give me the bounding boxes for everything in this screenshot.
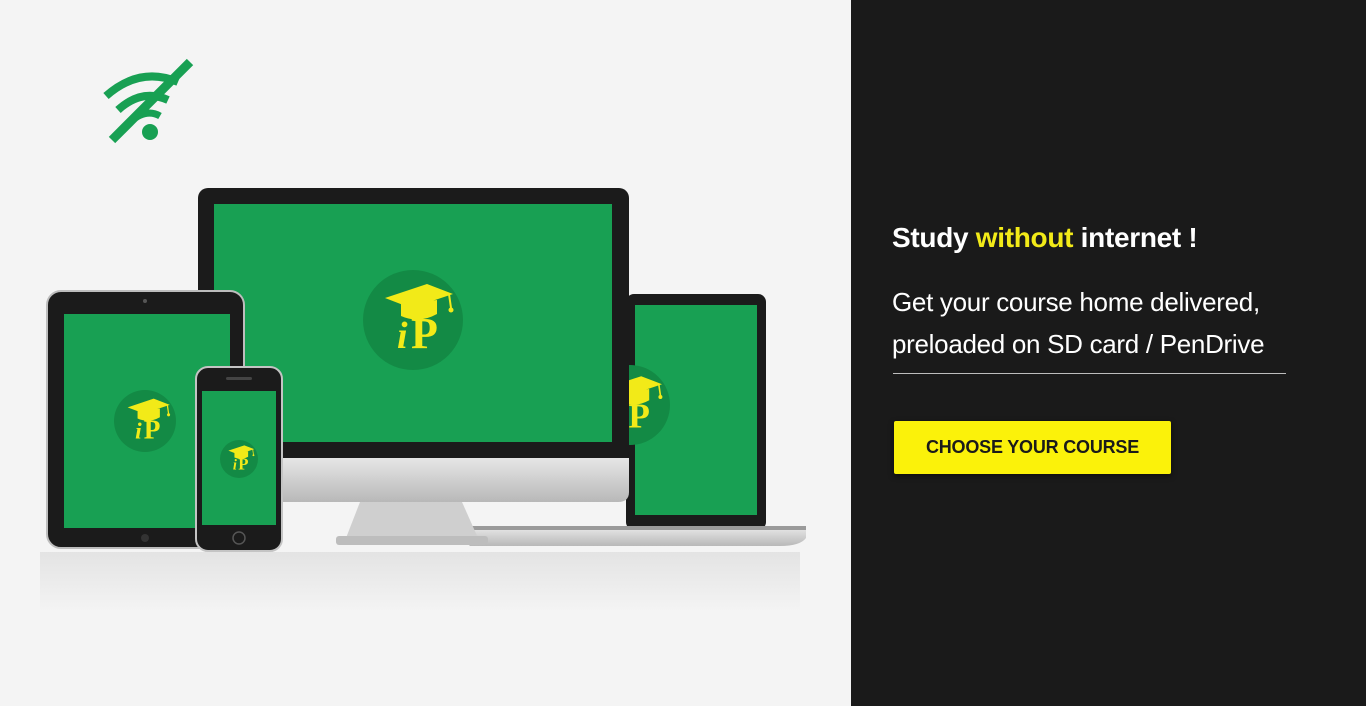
subtitle-line-2: preloaded on SD card / PenDrive — [892, 329, 1265, 359]
headline-highlight: without — [975, 222, 1074, 253]
subtitle-line-1: Get your course home delivered, — [892, 287, 1260, 317]
choose-course-button[interactable]: CHOOSE YOUR COURSE — [894, 421, 1171, 474]
headline: Study without internet ! — [892, 222, 1198, 254]
devices-illustration-panel: i P — [0, 0, 851, 706]
devices-mockup: i P — [40, 188, 806, 612]
headline-post: internet ! — [1073, 222, 1198, 253]
headline-pre: Study — [892, 222, 976, 253]
subtitle: Get your course home delivered, preloade… — [892, 281, 1265, 365]
divider — [893, 373, 1286, 374]
smartphone — [195, 366, 283, 552]
